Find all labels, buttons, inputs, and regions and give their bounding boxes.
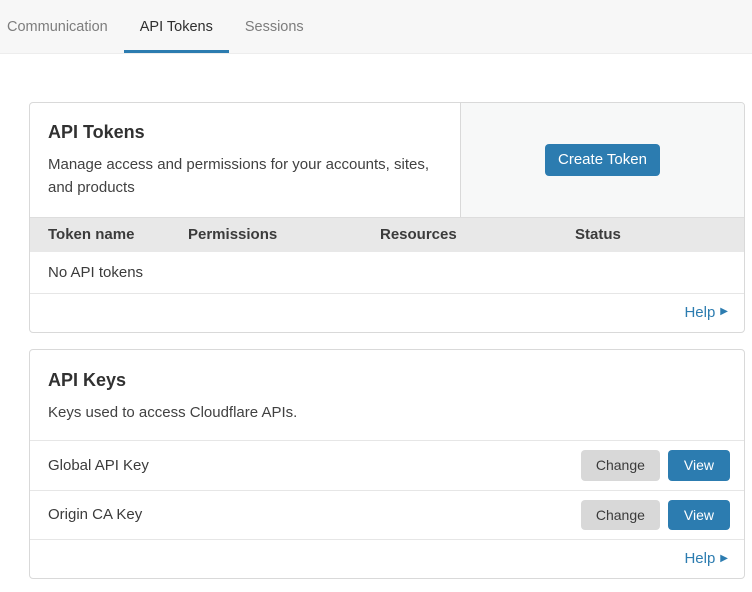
- column-resources: Resources: [380, 226, 575, 243]
- tab-api-tokens[interactable]: API Tokens: [124, 0, 229, 53]
- api-tokens-card-header: API Tokens Manage access and permissions…: [30, 103, 744, 217]
- main-content: API Tokens Manage access and permissions…: [0, 54, 752, 579]
- change-button[interactable]: Change: [581, 450, 660, 481]
- tokens-table-header: Token name Permissions Resources Status: [30, 217, 744, 252]
- api-key-row-origin-ca: Origin CA Key Change View: [30, 491, 744, 541]
- column-token-name: Token name: [30, 226, 188, 243]
- api-key-name: Origin CA Key: [48, 506, 581, 523]
- tokens-empty-row: No API tokens: [30, 252, 744, 294]
- api-key-row-global: Global API Key Change View: [30, 441, 744, 491]
- chevron-right-icon: ▶: [720, 554, 728, 564]
- column-permissions: Permissions: [188, 226, 380, 243]
- api-tokens-help-link[interactable]: Help ▶: [684, 304, 728, 321]
- view-button[interactable]: View: [668, 500, 730, 531]
- change-button[interactable]: Change: [581, 500, 660, 531]
- api-tokens-card-footer: Help ▶: [30, 294, 744, 332]
- api-keys-card-header: API Keys Keys used to access Cloudflare …: [30, 350, 744, 441]
- create-token-button[interactable]: Create Token: [545, 144, 660, 176]
- api-key-name: Global API Key: [48, 457, 581, 474]
- api-tokens-title: API Tokens: [48, 122, 442, 143]
- api-keys-description: Keys used to access Cloudflare APIs.: [48, 401, 726, 424]
- api-keys-title: API Keys: [48, 370, 726, 391]
- tokens-empty-message: No API tokens: [48, 264, 143, 281]
- api-tokens-card: API Tokens Manage access and permissions…: [29, 102, 745, 333]
- view-button[interactable]: View: [668, 450, 730, 481]
- column-status: Status: [575, 226, 744, 243]
- chevron-right-icon: ▶: [720, 307, 728, 317]
- api-tokens-description: Manage access and permissions for your a…: [48, 153, 442, 200]
- help-label: Help: [684, 550, 715, 567]
- api-keys-card: API Keys Keys used to access Cloudflare …: [29, 349, 745, 580]
- api-keys-card-footer: Help ▶: [30, 540, 744, 578]
- tab-bar: Communication API Tokens Sessions: [0, 0, 752, 54]
- api-tokens-card-header-action: Create Token: [460, 103, 744, 217]
- api-keys-help-link[interactable]: Help ▶: [684, 550, 728, 567]
- help-label: Help: [684, 304, 715, 321]
- tab-communication[interactable]: Communication: [7, 0, 124, 53]
- tab-sessions[interactable]: Sessions: [229, 0, 320, 53]
- api-tokens-card-header-text: API Tokens Manage access and permissions…: [30, 103, 460, 217]
